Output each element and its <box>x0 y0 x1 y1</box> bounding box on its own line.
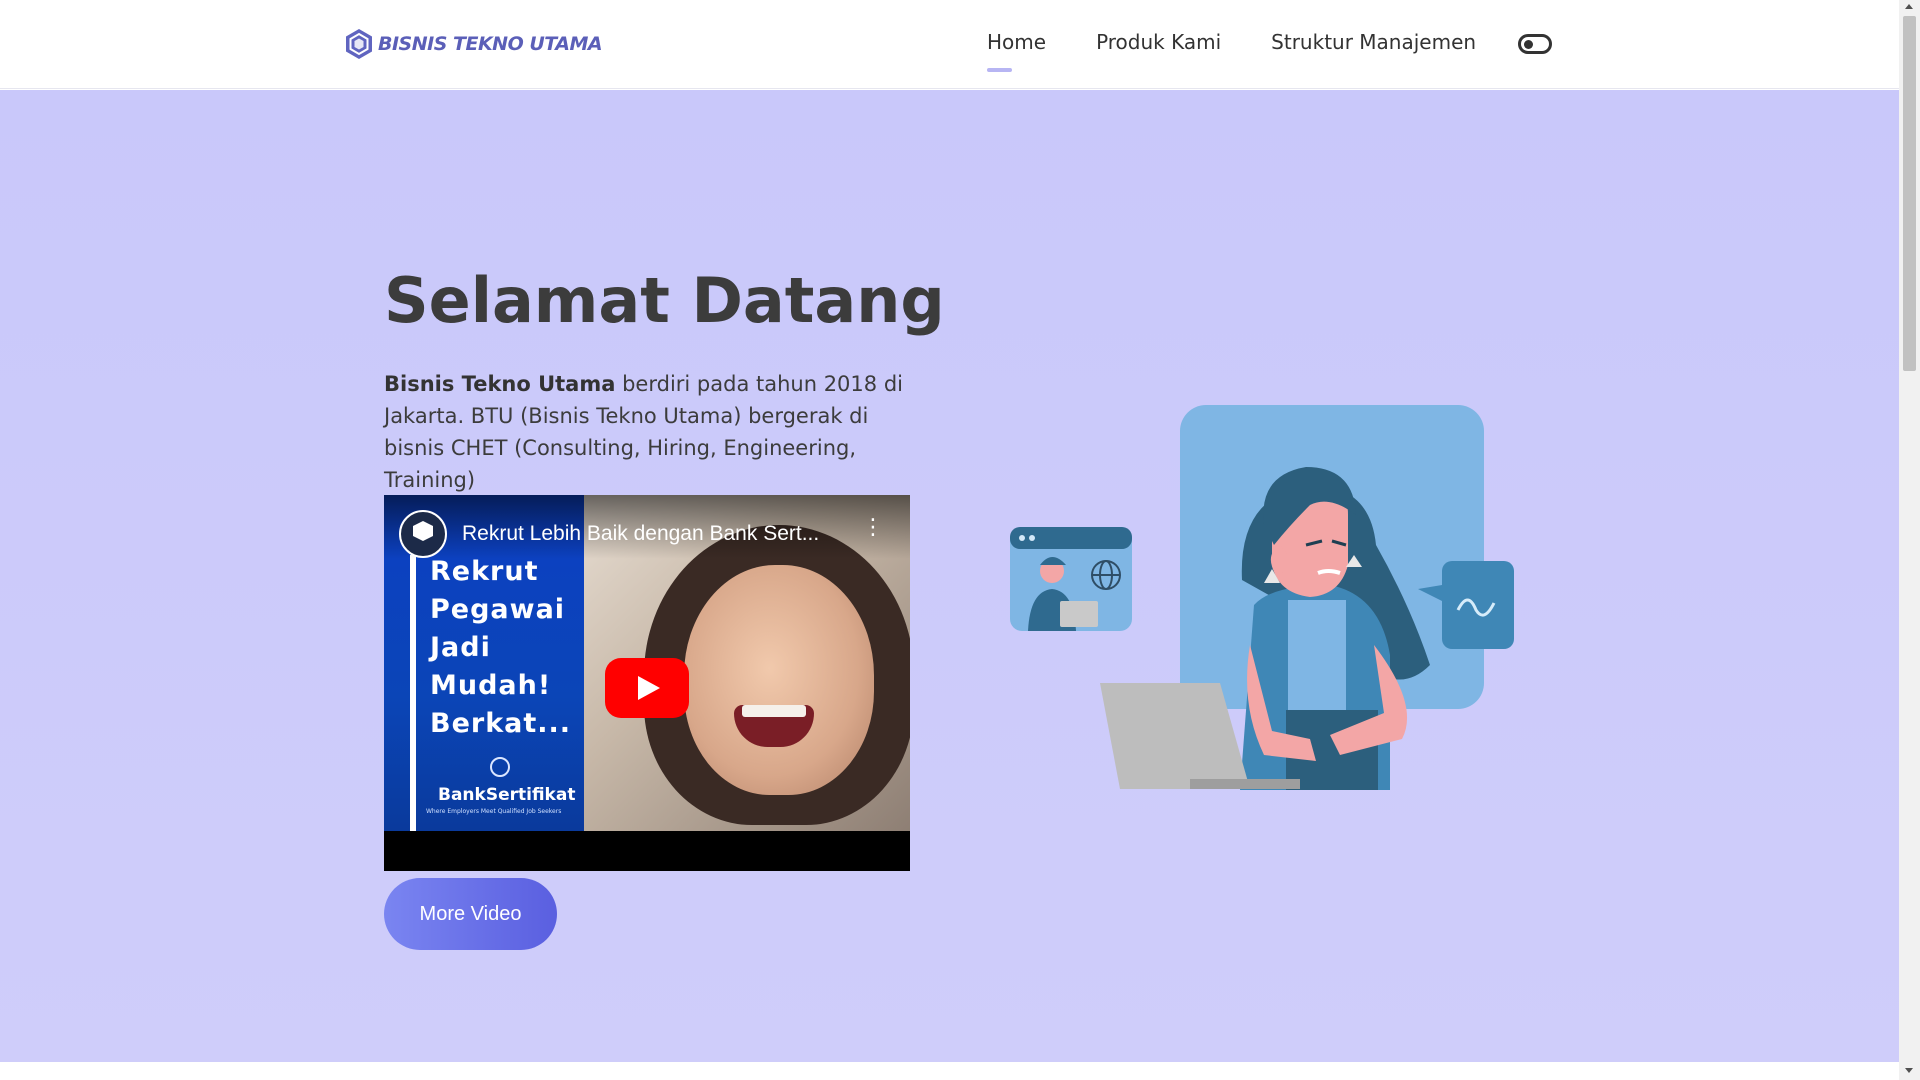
thumbnail-divider <box>410 555 416 831</box>
more-vertical-icon[interactable]: ⋮ <box>862 517 884 539</box>
hero-section: Selamat Datang Bisnis Tekno Utama berdir… <box>0 90 1899 1062</box>
search-person-icon <box>490 757 510 777</box>
video-title[interactable]: Rekrut Lebih Baik dengan Bank Sert... <box>462 522 819 546</box>
brand-name: BISNIS TEKNO UTAMA <box>378 33 603 55</box>
channel-logo-icon <box>413 521 433 541</box>
nav-produk-kami[interactable]: Produk Kami <box>1096 30 1221 54</box>
company-name: Bisnis Tekno Utama <box>384 372 616 396</box>
main-nav: Home Produk Kami Struktur Manajemen <box>987 30 1476 72</box>
nav-home[interactable]: Home <box>987 30 1047 72</box>
hero-title: Selamat Datang <box>384 264 945 337</box>
thumbnail-headline: Rekrut Pegawai Jadi Mudah! Berkat... <box>430 556 572 739</box>
site-header: BISNIS TEKNO UTAMA Home Produk Kami Stru… <box>0 0 1899 89</box>
photo-face <box>684 565 874 795</box>
more-video-button[interactable]: More Video <box>384 878 557 950</box>
thumbnail-brand: BankSertifikat <box>438 785 576 805</box>
hero-description: Bisnis Tekno Utama berdiri pada tahun 20… <box>384 368 924 496</box>
woman-laptop-illustration <box>1010 405 1514 790</box>
play-icon[interactable] <box>605 658 689 718</box>
page-scrollbar[interactable] <box>1899 0 1920 1080</box>
photo-teeth <box>742 705 806 717</box>
brand-logo[interactable]: BISNIS TEKNO UTAMA <box>344 28 603 60</box>
scroll-thumb[interactable] <box>1903 16 1916 371</box>
nav-home-label: Home <box>987 30 1047 54</box>
toggle-icon <box>1524 40 1533 49</box>
hexagon-logo-icon <box>346 29 372 59</box>
thumbnail-tagline: Where Employers Meet Qualified Job Seeke… <box>426 808 562 815</box>
active-indicator <box>987 68 1012 72</box>
scroll-up-icon[interactable] <box>1905 4 1913 9</box>
nav-struktur-manajemen[interactable]: Struktur Manajemen <box>1271 30 1476 54</box>
channel-avatar[interactable] <box>399 510 447 558</box>
theme-toggle[interactable] <box>1518 34 1552 54</box>
scroll-down-icon[interactable] <box>1905 1068 1913 1073</box>
youtube-embed[interactable]: Rekrut Pegawai Jadi Mudah! Berkat... Ban… <box>384 495 910 871</box>
